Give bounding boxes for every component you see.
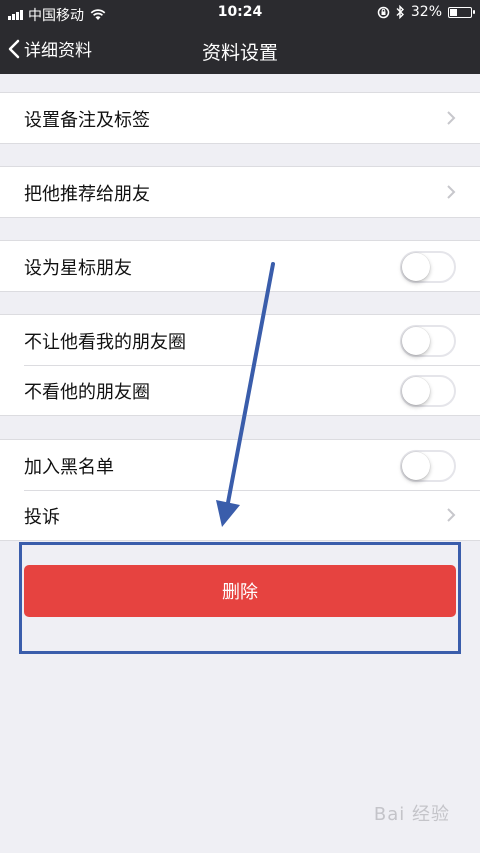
annotation-arrow-icon [216,262,275,527]
baidu-watermark: Bai 经验 [373,804,450,825]
